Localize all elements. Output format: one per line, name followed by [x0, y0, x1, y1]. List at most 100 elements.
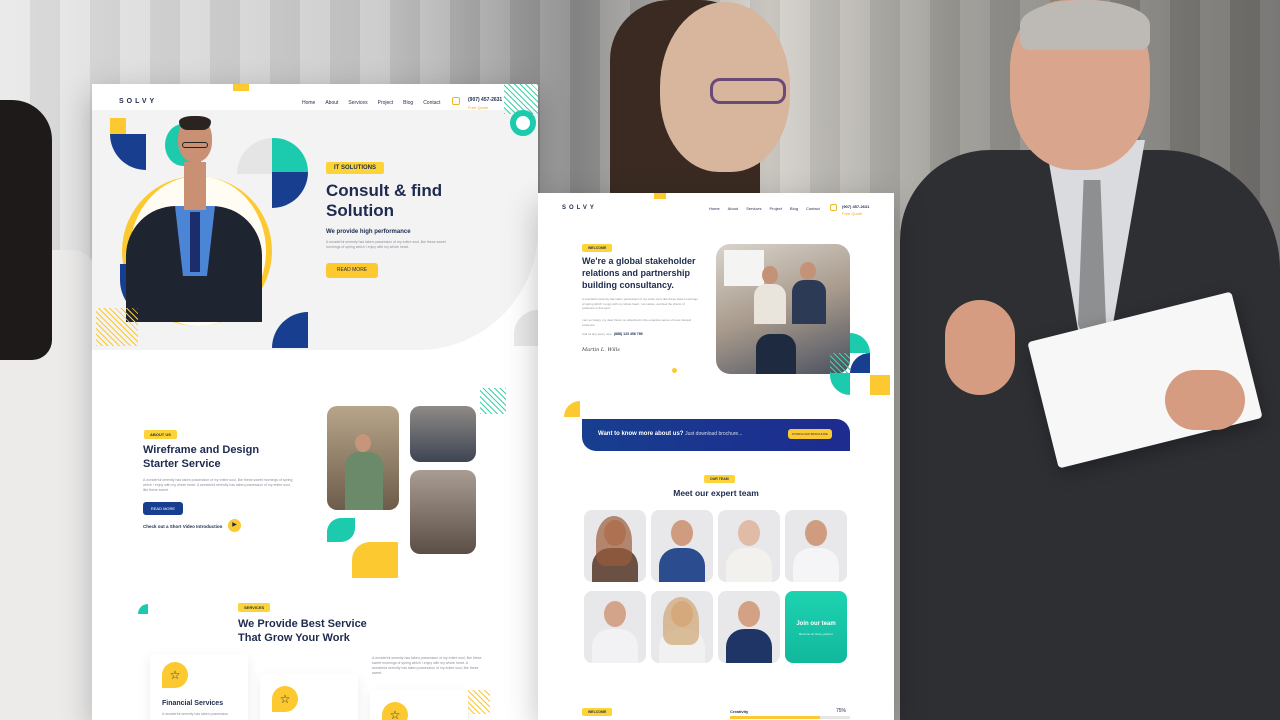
nav-home[interactable]: Home: [709, 206, 720, 211]
website-mockup-about: SOLVY Home About Services Project Blog C…: [538, 193, 894, 720]
call-label: Call us any query now: [582, 332, 612, 336]
join-team-subtitle: Become an Solvy partner: [799, 632, 833, 636]
about-body: A wonderful serenity has taken possessio…: [143, 478, 293, 492]
website-mockup-home: SOLVY Home About Services Project Blog C…: [92, 84, 538, 720]
nav-blog[interactable]: Blog: [403, 100, 413, 106]
nav-about[interactable]: About: [728, 206, 738, 211]
decor-yellow-dot: [672, 368, 677, 373]
decor-yellow-quarter: [564, 401, 580, 417]
nav-about[interactable]: About: [325, 100, 338, 106]
about-read-more-button[interactable]: READ MORE: [143, 502, 183, 515]
skill-progress-fill: [730, 716, 820, 719]
nav-project[interactable]: Project: [769, 206, 781, 211]
skill-percent: 75%: [836, 708, 847, 714]
star-icon: ☆: [382, 702, 408, 720]
phone-contact[interactable]: (907) 457-2631 Free Quote: [468, 97, 502, 110]
nav-contact[interactable]: Contact: [423, 100, 440, 106]
services-title-line1: We Provide Best Service: [238, 618, 367, 630]
decor-yellow-tab: [233, 84, 249, 91]
service-card-body: A wonderful serenity has taken possessio…: [162, 712, 229, 716]
video-link[interactable]: Check out a Short Video Introduction: [143, 524, 222, 529]
brochure-banner: Want to know more about us? Just downloa…: [582, 419, 850, 451]
banner-title: Want to know more about us?: [598, 431, 684, 437]
team-member-photo-3[interactable]: [718, 510, 780, 582]
decor-hatch-green: [830, 353, 850, 373]
skills-tag: WELCOME: [582, 708, 613, 716]
service-card-3[interactable]: ☆: [370, 690, 468, 720]
services-tag: SERVICES: [238, 603, 271, 612]
hero-tag: IT SOLUTIONS: [326, 162, 384, 174]
logo[interactable]: SOLVY: [562, 205, 597, 211]
phone-contact[interactable]: (907) 457-2631 Free Quote: [842, 204, 869, 216]
intro-body-2: I am so happy, my dear friend, so absorb…: [582, 318, 692, 327]
banner-subtext: Just download brochure...: [685, 431, 743, 437]
background-man-hair: [1020, 0, 1150, 50]
decor-grey-corner: [514, 310, 538, 346]
hero-man-glasses: [182, 142, 208, 148]
decor-teal-leaf: [327, 518, 355, 542]
decor-hatch-yellow: [96, 308, 138, 346]
decor-yellow-block: [352, 542, 398, 578]
service-card-2[interactable]: ☆: [260, 674, 358, 720]
download-brochure-button[interactable]: DOWNLOAD BROCHURE: [788, 429, 832, 439]
star-icon: ☆: [162, 662, 188, 688]
team-member-photo-7[interactable]: [718, 591, 780, 663]
about-photo-1: [327, 406, 399, 510]
nav-contact[interactable]: Contact: [806, 206, 820, 211]
background-man-hand-right: [1165, 370, 1245, 430]
services-title-line2: That Grow Your Work: [238, 632, 350, 644]
skill-label: Creativity: [730, 709, 749, 714]
decor-yellow-square: [870, 375, 890, 395]
call-number[interactable]: (888) 123 456 789: [614, 332, 643, 336]
service-card-financial[interactable]: ☆ Financial Services A wonderful serenit…: [150, 654, 248, 720]
skill-track: [730, 716, 850, 719]
main-nav: Home About Services Project Blog Contact: [709, 206, 820, 211]
services-body: A wonderful serenity has taken possessio…: [372, 656, 482, 675]
hero-man-hair: [179, 116, 211, 130]
intro-title-line2: relations and partnership: [582, 268, 691, 278]
team-member-photo-1[interactable]: [584, 510, 646, 582]
phone-subtext: Free Quote: [468, 105, 489, 110]
team-member-photo-6[interactable]: [651, 591, 713, 663]
star-icon: ☆: [272, 686, 298, 712]
phone-number: (907) 457-2631: [842, 204, 870, 209]
background-person-left-hair: [0, 100, 52, 360]
hero-read-more-button[interactable]: READ MORE: [326, 263, 378, 278]
hero-man-neck: [184, 162, 206, 210]
hero-subtitle: We provide high performance: [326, 229, 411, 235]
phone-number: (907) 457-2631: [468, 97, 503, 103]
hero-body: A wonderful serenity has taken possessio…: [326, 240, 446, 249]
decor-yellow-tab: [654, 193, 666, 199]
phone-icon: [830, 204, 837, 211]
nav-services[interactable]: Services: [746, 206, 761, 211]
about-title-line2: Starter Service: [143, 458, 221, 470]
decor-teal-dot: [138, 604, 148, 614]
about-tag: ABOUT US: [144, 430, 177, 439]
join-team-card[interactable]: Join our team Become an Solvy partner: [785, 591, 847, 663]
nav-services[interactable]: Services: [348, 100, 367, 106]
hero-man-tie: [190, 212, 200, 272]
team-member-photo-5[interactable]: [584, 591, 646, 663]
intro-title-line1: We're a global stakeholder: [582, 256, 696, 266]
main-nav: Home About Services Project Blog Contact: [302, 100, 440, 106]
phone-subtext: Free Quote: [842, 211, 863, 216]
hero-title-line1: Consult & find: [326, 181, 443, 200]
intro-title-line3: building consultancy.: [582, 280, 674, 290]
decor-teal-quarter-2: [830, 373, 850, 395]
nav-blog[interactable]: Blog: [790, 206, 798, 211]
nav-project[interactable]: Project: [378, 100, 394, 106]
team-member-photo-4[interactable]: [785, 510, 847, 582]
logo[interactable]: SOLVY: [119, 98, 157, 105]
team-tag: OUR TEAM: [704, 475, 735, 483]
play-icon[interactable]: ▶: [228, 519, 241, 532]
team-title: Meet our expert team: [673, 488, 759, 498]
nav-home[interactable]: Home: [302, 100, 315, 106]
team-member-photo-2[interactable]: [651, 510, 713, 582]
decor-navy-quarter: [850, 353, 870, 373]
join-team-title: Join our team: [796, 621, 836, 627]
intro-tag: WELCOME: [582, 244, 613, 252]
phone-icon: [452, 97, 460, 105]
signature: Martin L. Wills: [582, 347, 620, 353]
service-card-title: Financial Services: [162, 700, 224, 707]
decor-teal-ring: [510, 110, 536, 136]
